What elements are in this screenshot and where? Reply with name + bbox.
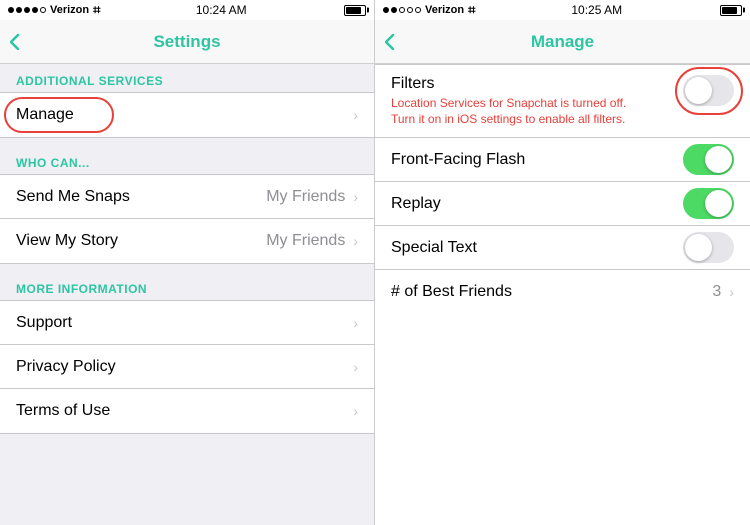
view-my-story-label: View My Story <box>16 232 266 250</box>
send-me-snaps-label: Send Me Snaps <box>16 188 266 206</box>
status-bar-left: Verizon ⌗ 10:24 AM <box>0 0 374 20</box>
battery-left <box>342 5 366 16</box>
signal-left <box>8 7 46 13</box>
section-header-additional: ADDITIONAL SERVICES <box>0 64 374 92</box>
special-text-row[interactable]: Special Text <box>375 226 750 270</box>
privacy-policy-chevron: › <box>353 359 358 375</box>
filters-sublabel: Location Services for Snapchat is turned… <box>391 96 683 127</box>
wifi-icon-left: ⌗ <box>93 2 100 18</box>
spacer-1 <box>0 138 374 146</box>
special-text-toggle[interactable] <box>683 232 734 263</box>
section-header-more-info: MORE INFORMATION <box>0 272 374 300</box>
terms-of-use-label: Terms of Use <box>16 402 353 420</box>
settings-title: Settings <box>153 32 220 52</box>
filters-row: Filters Location Services for Snapchat i… <box>375 64 750 138</box>
replay-toggle[interactable] <box>683 188 734 219</box>
who-can-group: Send Me Snaps My Friends › View My Story… <box>0 174 374 264</box>
terms-of-use-chevron: › <box>353 403 358 419</box>
send-me-snaps-row[interactable]: Send Me Snaps My Friends › <box>0 175 374 219</box>
support-chevron: › <box>353 315 358 331</box>
manage-label: Manage <box>16 106 353 124</box>
carrier-right: Verizon <box>425 4 464 16</box>
battery-right <box>718 5 742 16</box>
manage-nav-bar: Manage <box>375 20 750 64</box>
privacy-policy-label: Privacy Policy <box>16 358 353 376</box>
send-me-snaps-chevron: › <box>353 189 358 205</box>
manage-row[interactable]: Manage › <box>0 93 374 137</box>
signal-right <box>383 7 421 13</box>
time-left: 10:24 AM <box>196 3 247 17</box>
spacer-2 <box>0 264 374 272</box>
replay-row[interactable]: Replay <box>375 182 750 226</box>
additional-services-group: Manage › <box>0 92 374 138</box>
manage-panel: Verizon ⌗ 10:25 AM Manage Filters Locati… <box>375 0 750 525</box>
section-header-who-can: WHO CAN... <box>0 146 374 174</box>
view-my-story-row[interactable]: View My Story My Friends › <box>0 219 374 263</box>
front-facing-flash-label: Front-Facing Flash <box>391 151 683 169</box>
more-info-group: Support › Privacy Policy › Terms of Use … <box>0 300 374 434</box>
manage-title: Manage <box>531 32 594 52</box>
view-my-story-value: My Friends <box>266 232 345 250</box>
settings-panel: Verizon ⌗ 10:24 AM Settings ADDITIONAL S… <box>0 0 375 525</box>
best-friends-chevron: › <box>729 284 734 300</box>
manage-chevron: › <box>353 107 358 123</box>
view-my-story-chevron: › <box>353 233 358 249</box>
filters-toggle[interactable] <box>683 75 734 106</box>
support-label: Support <box>16 314 353 332</box>
settings-nav-bar: Settings <box>0 20 374 64</box>
front-facing-flash-toggle[interactable] <box>683 144 734 175</box>
best-friends-value: 3 <box>712 283 721 301</box>
front-facing-flash-row[interactable]: Front-Facing Flash <box>375 138 750 182</box>
send-me-snaps-value: My Friends <box>266 188 345 206</box>
settings-back-button[interactable] <box>10 34 20 50</box>
status-bar-right: Verizon ⌗ 10:25 AM <box>375 0 750 20</box>
best-friends-label: # of Best Friends <box>391 283 712 301</box>
manage-content: Filters Location Services for Snapchat i… <box>375 64 750 525</box>
settings-content: ADDITIONAL SERVICES Manage › WHO CAN... … <box>0 64 374 525</box>
filters-label: Filters <box>391 75 683 93</box>
replay-label: Replay <box>391 195 683 213</box>
privacy-policy-row[interactable]: Privacy Policy › <box>0 345 374 389</box>
special-text-label: Special Text <box>391 239 683 257</box>
best-friends-row[interactable]: # of Best Friends 3 › <box>375 270 750 314</box>
terms-of-use-row[interactable]: Terms of Use › <box>0 389 374 433</box>
manage-back-button[interactable] <box>385 34 395 50</box>
wifi-icon-right: ⌗ <box>468 2 475 18</box>
time-right: 10:25 AM <box>571 3 622 17</box>
carrier-left: Verizon <box>50 4 89 16</box>
support-row[interactable]: Support › <box>0 301 374 345</box>
